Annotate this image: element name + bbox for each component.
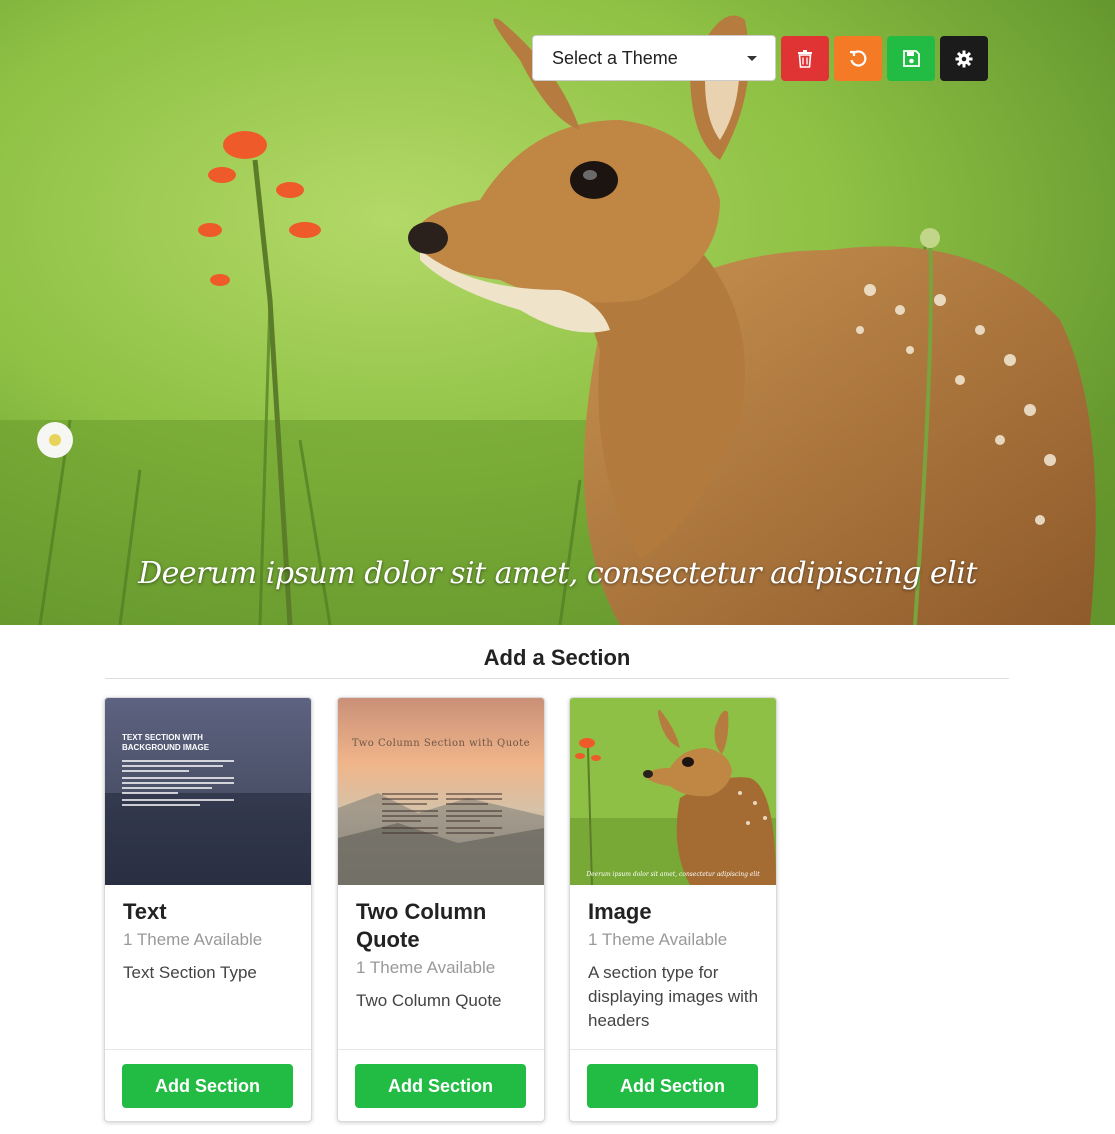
- hero-image-deer: [0, 0, 1115, 625]
- card-description: Two Column Quote: [356, 991, 502, 1010]
- card-theme-count: 1 Theme Available: [123, 930, 263, 949]
- add-section-heading: Add a Section: [483, 645, 631, 670]
- hero-banner: Deerum ipsum dolor sit amet, consectetur…: [0, 0, 1115, 625]
- add-section-button[interactable]: Add Section: [587, 1064, 758, 1108]
- add-section-button[interactable]: Add Section: [355, 1064, 526, 1108]
- editor-toolbar: Select a Theme: [532, 35, 988, 81]
- divider: [105, 678, 1009, 679]
- section-card-text: Text section with background image Text …: [104, 697, 312, 1122]
- card-title: Two Column Quote: [356, 899, 487, 952]
- card-title: Text: [123, 899, 167, 924]
- reset-button[interactable]: [834, 36, 882, 81]
- card-footer: Add Section: [570, 1049, 776, 1121]
- add-section-button[interactable]: Add Section: [122, 1064, 293, 1108]
- thumbnail-text-section: Text section with background image: [105, 698, 311, 885]
- gear-icon: [955, 50, 973, 67]
- delete-button[interactable]: [781, 36, 829, 81]
- thumbnail-text-lines: [122, 760, 234, 809]
- thumbnail-two-column-section: Two Column Section with Quote: [338, 698, 544, 885]
- card-body: Text 1 Theme Available Text Section Type: [123, 898, 299, 985]
- hero-caption: Deerum ipsum dolor sit amet, consectetur…: [138, 556, 977, 591]
- thumbnail-image-sunset: [338, 698, 544, 885]
- save-icon: [902, 50, 920, 67]
- undo-icon: [850, 49, 867, 67]
- card-body: Image 1 Theme Available A section type f…: [588, 898, 764, 1033]
- thumbnail-column-left: [382, 793, 438, 837]
- section-card-two-column-quote: Two Column Section with Quote Two Column…: [337, 697, 545, 1122]
- card-theme-count: 1 Theme Available: [588, 930, 728, 949]
- thumbnail-column-right: [446, 793, 502, 837]
- settings-button[interactable]: [940, 36, 988, 81]
- theme-select-label: Select a Theme: [552, 47, 678, 68]
- card-body: Two Column Quote 1 Theme Available Two C…: [356, 898, 532, 1013]
- chevron-down-icon: [747, 55, 757, 61]
- thumbnail-image-deer: [570, 698, 776, 885]
- section-card-image: Deerum ipsum dolor sit amet, consectetur…: [569, 697, 777, 1122]
- theme-select[interactable]: Select a Theme: [532, 35, 776, 81]
- card-title: Image: [588, 899, 652, 924]
- trash-icon: [798, 49, 812, 68]
- thumbnail-image-section: Deerum ipsum dolor sit amet, consectetur…: [570, 698, 776, 885]
- card-description: Text Section Type: [123, 963, 257, 982]
- save-button[interactable]: [887, 36, 935, 81]
- thumbnail-heading: Two Column Section with Quote: [351, 738, 531, 749]
- card-footer: Add Section: [105, 1049, 311, 1121]
- card-footer: Add Section: [338, 1049, 544, 1121]
- card-description: A section type for displaying images wit…: [588, 963, 759, 1030]
- thumbnail-heading: Text section with background image: [122, 733, 210, 752]
- thumbnail-caption: Deerum ipsum dolor sit amet, consectetur…: [586, 871, 760, 878]
- card-theme-count: 1 Theme Available: [356, 958, 496, 977]
